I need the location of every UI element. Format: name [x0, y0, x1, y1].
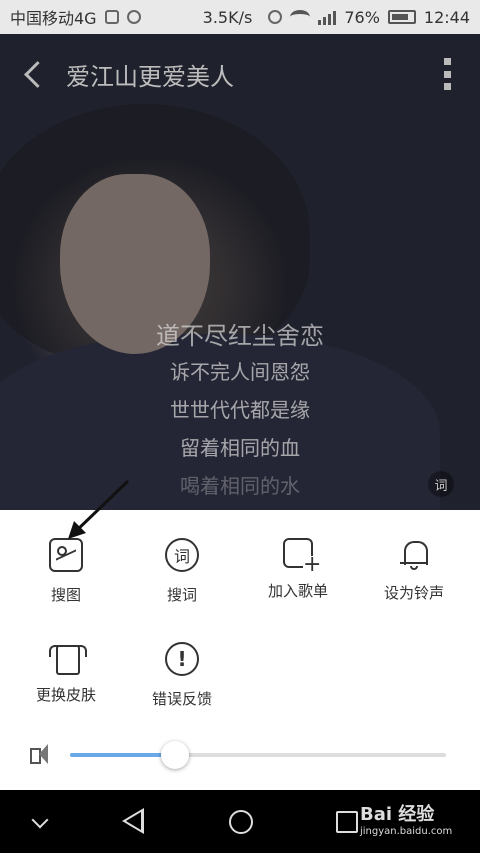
error-feedback-button[interactable]: ! 错误反馈: [122, 642, 242, 709]
volume-fill: [70, 753, 176, 757]
watermark-sub: jingyan.baidu.com: [360, 826, 453, 837]
sync-icon: [126, 10, 141, 24]
alarm-icon: [268, 10, 283, 24]
network-speed: 3.5K/s: [202, 7, 253, 27]
speaker-icon[interactable]: [28, 742, 54, 766]
nav-recents-icon[interactable]: [336, 811, 358, 833]
lyric-line: 世世代代都是缘: [170, 398, 310, 422]
volume-thumb[interactable]: [161, 741, 190, 769]
battery-icon: [387, 10, 416, 24]
action-label: 错误反馈: [151, 690, 212, 708]
signal-icon: [318, 9, 337, 25]
alert-icon: !: [165, 642, 199, 676]
watermark: Bai 经验 jingyan.baidu.com: [360, 800, 470, 844]
search-image-button[interactable]: 搜图: [6, 538, 126, 605]
action-label: 更换皮肤: [35, 686, 96, 704]
system-nav-bar: Bai 经验 jingyan.baidu.com: [0, 790, 480, 853]
action-label: 加入歌单: [267, 582, 328, 600]
notification-icon: [104, 10, 119, 24]
action-label: 搜词: [166, 586, 197, 604]
add-to-playlist-button[interactable]: 加入歌单: [238, 538, 358, 601]
watermark-main: Bai 经验: [360, 804, 435, 825]
lyrics-icon: 词: [165, 538, 199, 572]
change-skin-button[interactable]: 更换皮肤: [6, 642, 126, 705]
more-options-icon[interactable]: [444, 58, 452, 90]
bell-icon: [400, 538, 428, 570]
back-icon[interactable]: [0, 34, 56, 114]
lyric-line: 喝着相同的水: [180, 474, 300, 498]
nav-home-icon[interactable]: [229, 810, 253, 834]
battery-percent: 76%: [344, 7, 380, 27]
lyrics-toggle-button[interactable]: 词: [428, 471, 454, 497]
set-ringtone-button[interactable]: 设为铃声: [354, 538, 474, 603]
action-label: 设为铃声: [383, 584, 444, 602]
lyric-line: 诉不完人间恩怨: [170, 360, 310, 384]
action-sheet: 搜图 词 搜词 加入歌单 设为铃声 更换皮肤 ! 错误反馈: [0, 510, 480, 790]
wifi-icon: [290, 10, 311, 24]
song-title: 爱江山更爱美人: [66, 62, 234, 91]
volume-control: [0, 736, 480, 772]
clock: 12:44: [423, 7, 470, 27]
top-bar: 爱江山更爱美人: [0, 34, 480, 114]
search-lyrics-button[interactable]: 词 搜词: [122, 538, 242, 605]
player-background: 爱江山更爱美人 道不尽红尘舍恋 诉不完人间恩怨 世世代代都是缘 留着相同的血 喝…: [0, 34, 480, 510]
add-playlist-icon: [283, 538, 319, 574]
annotation-arrow-icon: [68, 479, 130, 539]
status-bar: 中国移动4G 3.5K/s 76% 12:44: [0, 0, 480, 34]
action-label: 搜图: [50, 586, 81, 604]
lyric-line-current: 道不尽红尘舍恋: [156, 322, 324, 350]
lyric-line: 留着相同的血: [180, 436, 300, 460]
volume-slider[interactable]: [70, 741, 446, 769]
shirt-icon: [49, 642, 87, 675]
carrier-name: 中国移动4G: [10, 9, 97, 28]
nav-back-icon[interactable]: [122, 808, 144, 834]
hide-nav-icon[interactable]: [31, 811, 49, 829]
